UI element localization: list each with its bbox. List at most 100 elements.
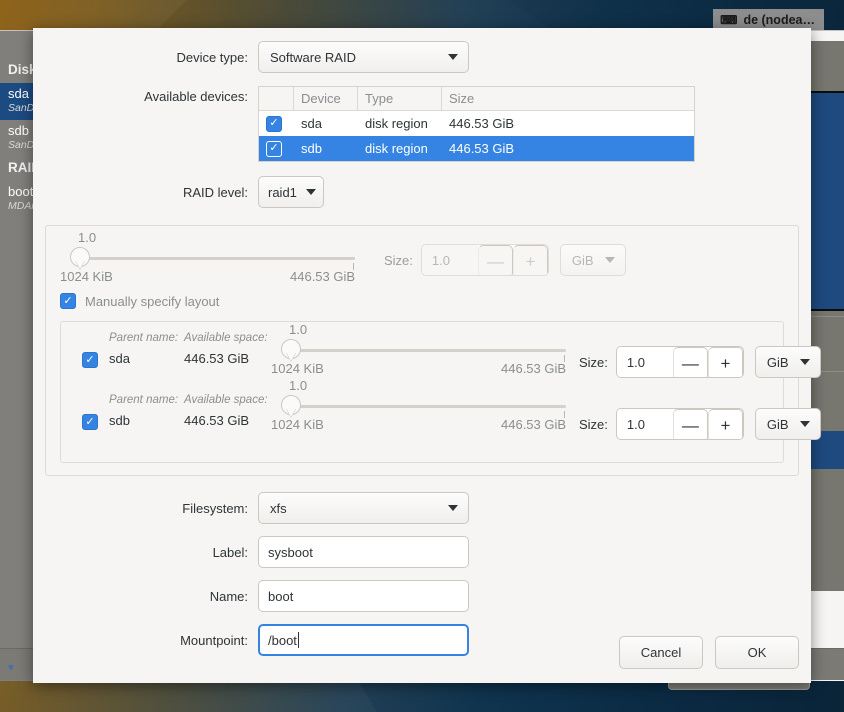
slider-knob[interactable] (70, 247, 90, 267)
chevron-down-icon (604, 257, 615, 263)
configure-device-dialog: Device type: Software RAID Available dev… (33, 28, 821, 683)
keyboard-layout-label: de (nodea… (743, 13, 815, 27)
label-row: Label: sysboot (33, 536, 811, 568)
raid-level-label: RAID level: (182, 184, 248, 200)
name-input[interactable]: boot (258, 580, 469, 612)
total-size-unit-value: GiB (571, 252, 594, 268)
text-cursor (297, 632, 299, 648)
chevron-down-icon (448, 54, 458, 60)
device-slider-max-sda: 446.53 GiB (501, 361, 567, 376)
total-size-slider-value: 1.0 (78, 230, 97, 245)
dialog-footer: Cancel OK (619, 636, 799, 669)
device-size-label-sda: Size: (579, 354, 608, 370)
ok-button[interactable]: OK (715, 636, 799, 669)
checkbox-layout-sda[interactable]: ✓ (82, 352, 98, 368)
device-size-unit-value-sdb: GiB (766, 416, 789, 432)
device-layout-row-sda: Parent name: Available space: ✓ sda 446.… (71, 322, 821, 392)
device-size-unit-combobox-sdb[interactable]: GiB (754, 408, 821, 440)
parent-name-label-sdb: Parent name: (109, 394, 179, 406)
device-layout-name-sda: sda (109, 351, 130, 366)
device-size-slider-sda[interactable]: 1.0 1024 KiB 446.53 GiB (271, 322, 571, 376)
checkbox-sda[interactable]: ✓ (266, 115, 282, 132)
checkbox-sdb[interactable]: ✓ (266, 140, 282, 157)
device-layout-frame: Parent name: Available space: ✓ sda 446.… (60, 321, 821, 463)
device-size-minus-button-sda[interactable]: — (672, 347, 708, 377)
manual-layout-row[interactable]: ✓ Manually specify layout (60, 293, 784, 309)
device-size-plus-button-sda[interactable]: + (707, 347, 743, 377)
total-size-unit-combobox[interactable]: GiB (559, 244, 626, 276)
device-size-unit-combobox-sda[interactable]: GiB (754, 346, 821, 378)
device-type-combobox[interactable]: Software RAID (258, 41, 469, 73)
device-type-label: Device type: (176, 49, 248, 65)
label-input-value: sysboot (268, 544, 313, 560)
total-size-frame: 1.0 1024 KiB 446.53 GiB Size: 1.0 — + Gi… (45, 225, 821, 476)
device-size-value-sdb: 1.0 (616, 409, 673, 439)
filesystem-value: xfs (270, 500, 287, 516)
row-checkbox-cell[interactable]: ✓ (259, 140, 294, 157)
name-field-label: Name: (209, 588, 248, 604)
table-row[interactable]: ✓ sdb disk region 446.53 GiB (259, 136, 694, 161)
chevron-down-icon (799, 421, 810, 427)
total-size-value: 1.0 (421, 245, 478, 275)
device-size-value-sda: 1.0 (616, 347, 673, 377)
column-header-size: Size (449, 91, 475, 106)
raid-level-combobox[interactable]: raid1 (258, 176, 324, 208)
row-checkbox-cell[interactable]: ✓ (259, 115, 294, 132)
filesystem-combobox[interactable]: xfs (258, 492, 469, 524)
device-size-minus-button-sdb[interactable]: — (672, 409, 708, 439)
table-header: Device Type Size (259, 87, 694, 111)
mountpoint-field-label: Mountpoint: (180, 632, 248, 648)
device-size-spinner-sda[interactable]: 1.0 — + (615, 346, 744, 378)
chevron-down-icon (799, 359, 810, 365)
available-devices-label: Available devices: (144, 89, 248, 104)
label-field-label: Label: (212, 544, 248, 560)
total-size-slider[interactable]: 1.0 1024 KiB 446.53 GiB (60, 230, 360, 284)
cancel-button[interactable]: Cancel (619, 636, 703, 669)
mountpoint-input-value: /boot (268, 632, 297, 648)
raid-level-row: RAID level: raid1 (33, 176, 811, 208)
row-size: 446.53 GiB (449, 116, 515, 131)
checkbox-manually-specify-layout[interactable]: ✓ (60, 293, 76, 309)
parent-name-label-sda: Parent name: (109, 332, 179, 344)
device-slider-value-sdb: 1.0 (289, 378, 308, 393)
device-layout-space-sdb: 446.53 GiB (184, 413, 250, 428)
device-layout-row-sdb: Parent name: Available space: ✓ sdb 446.… (71, 378, 821, 454)
available-space-label-sda: Available space: (184, 332, 268, 344)
device-slider-min-sda: 1024 KiB (271, 361, 324, 376)
device-size-label-sdb: Size: (579, 416, 608, 432)
checkbox-layout-sdb[interactable]: ✓ (82, 414, 98, 430)
filesystem-label: Filesystem: (182, 500, 248, 516)
row-device: sdb (301, 141, 322, 156)
mountpoint-input[interactable]: /boot (258, 624, 469, 656)
device-slider-max-sdb: 446.53 GiB (501, 417, 567, 432)
keyboard-icon: ⌨ (720, 13, 738, 27)
device-size-unit-value-sda: GiB (766, 354, 789, 370)
label-input[interactable]: sysboot (258, 536, 469, 568)
total-size-spinner[interactable]: 1.0 — + (420, 244, 549, 276)
available-space-label-sdb: Available space: (184, 394, 268, 406)
column-header-device: Device (294, 87, 358, 110)
raid-level-value: raid1 (268, 184, 297, 200)
slider-track[interactable] (70, 257, 355, 260)
name-row: Name: boot (33, 580, 811, 612)
slider-knob[interactable] (281, 339, 301, 359)
slider-knob[interactable] (281, 395, 301, 415)
row-type: disk region (365, 116, 428, 131)
filesystem-row: Filesystem: xfs (33, 492, 811, 524)
column-header-type: Type (358, 87, 442, 110)
background-bottom-link[interactable]: ▾ (8, 661, 14, 674)
total-size-plus-button[interactable]: + (512, 245, 548, 275)
device-size-slider-sdb[interactable]: 1.0 1024 KiB 446.53 GiB (271, 378, 571, 432)
column-header-check (259, 87, 294, 110)
device-size-spinner-sdb[interactable]: 1.0 — + (615, 408, 744, 440)
slider-track[interactable] (281, 349, 566, 352)
slider-track[interactable] (281, 405, 566, 408)
chevron-down-icon (306, 189, 316, 195)
device-size-plus-button-sdb[interactable]: + (707, 409, 743, 439)
row-type: disk region (365, 141, 428, 156)
table-row[interactable]: ✓ sda disk region 446.53 GiB (259, 111, 694, 136)
device-slider-value-sda: 1.0 (289, 322, 308, 337)
available-devices-table[interactable]: Device Type Size ✓ sda disk region 446.5… (258, 86, 695, 162)
total-size-minus-button[interactable]: — (477, 245, 513, 275)
total-size-slider-min: 1024 KiB (60, 269, 113, 284)
